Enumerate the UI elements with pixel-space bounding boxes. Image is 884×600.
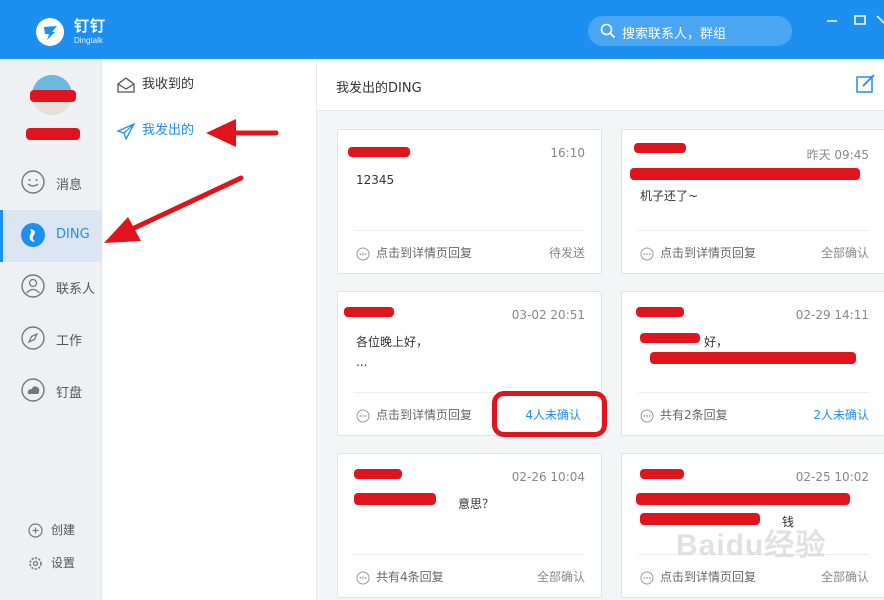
card-reply[interactable]: 点击到详情页回复 [356, 244, 472, 261]
gear-icon [29, 557, 42, 570]
more-circle-icon [356, 409, 370, 422]
redaction-mark [354, 493, 436, 505]
redaction-mark [636, 307, 684, 317]
rail-item-label: 工作 [56, 334, 83, 349]
redaction-mark [344, 307, 394, 317]
card-reply-label: 点击到详情页回复 [376, 246, 473, 260]
rail-item-ding[interactable]: DING [0, 210, 102, 262]
card-time: 16:10 [550, 146, 585, 160]
card-status: 全部确认 [820, 570, 869, 584]
main-panel: 我发出的DING 16:10 12345 点击到详情页回复 待发送 昨天 09:… [317, 59, 884, 600]
redaction-mark [636, 493, 850, 505]
create-button[interactable]: 创建 [28, 521, 75, 538]
card-divider [354, 230, 585, 231]
search-placeholder: 搜索联系人，群组 [622, 27, 727, 42]
subnav-sent[interactable]: 我发出的 [116, 119, 194, 143]
redaction-mark [26, 128, 80, 140]
cloud-disk-icon [21, 378, 45, 402]
redaction-mark [348, 147, 410, 157]
card-reply[interactable]: 点击到详情页回复 [640, 568, 756, 585]
rail-item-messages[interactable]: 消息 [0, 157, 102, 209]
search-icon [600, 23, 616, 39]
settings-label: 设置 [51, 556, 76, 570]
more-circle-icon [640, 571, 654, 584]
card-reply[interactable]: 点击到详情页回复 [356, 406, 472, 423]
card-time: 02-25 10:02 [795, 470, 869, 484]
card-time: 02-26 10:04 [511, 470, 585, 484]
dingtalk-logo-icon [36, 18, 64, 46]
card-reply-label: 共有4条回复 [376, 570, 444, 584]
app-subname: Dingtalk [74, 36, 103, 45]
page-title: 我发出的DING [336, 81, 422, 96]
card-content: 各位晚上好， ... [356, 335, 429, 369]
redaction-mark [640, 469, 684, 479]
ding-icon [21, 223, 45, 247]
redaction-mark [30, 90, 76, 102]
rail-item-label: 钉盘 [56, 386, 83, 401]
minimize-icon[interactable] [826, 14, 838, 30]
more-circle-icon [640, 409, 654, 422]
card-content: 机子还了~ [640, 189, 699, 203]
title-bar: 钉钉 Dingtalk 搜索联系人，群组 [0, 0, 884, 59]
rail-item-label: 联系人 [56, 282, 96, 297]
card-reply-label: 点击到详情页回复 [660, 246, 757, 260]
subnav-received-label: 我收到的 [142, 77, 195, 92]
rail-item-disk[interactable]: 钉盘 [0, 365, 102, 417]
watermark: Baidu经验 [676, 529, 827, 562]
card-divider [638, 230, 869, 231]
redaction-mark [354, 469, 402, 479]
card-reply[interactable]: 共有2条回复 [640, 406, 728, 423]
app-name: 钉钉 [74, 17, 107, 35]
contacts-icon [21, 274, 45, 298]
card-status: 全部确认 [536, 570, 585, 584]
card-content: 好， [704, 335, 729, 349]
card-content: 12345 [356, 173, 395, 187]
create-label: 创建 [51, 523, 76, 537]
card-divider [354, 554, 585, 555]
card-reply-label: 共有2条回复 [660, 408, 728, 422]
card-status: 全部确认 [820, 246, 869, 260]
card-content: 意思？ [458, 497, 495, 511]
more-circle-icon [356, 247, 370, 260]
main-header: 我发出的DING [317, 59, 884, 111]
plus-circle-icon [28, 523, 43, 538]
more-circle-icon [356, 571, 370, 584]
redaction-mark [630, 168, 860, 180]
card-reply-label: 点击到详情页回复 [376, 408, 473, 422]
card-status: 待发送 [548, 246, 585, 260]
rail-item-label: DING [56, 227, 90, 242]
maximize-icon[interactable] [854, 14, 866, 30]
subnav-sent-label: 我发出的 [142, 123, 195, 138]
highlight-oval [492, 391, 607, 437]
redaction-mark [640, 333, 700, 343]
sub-nav: 我收到的 我发出的 [102, 59, 317, 600]
close-icon[interactable] [876, 14, 884, 30]
search-input[interactable]: 搜索联系人，群组 [588, 16, 792, 46]
redaction-mark [634, 143, 686, 153]
redaction-mark [650, 352, 856, 364]
card-time: 02-29 14:11 [795, 308, 869, 322]
rail-item-work[interactable]: 工作 [0, 313, 102, 365]
card-divider [638, 392, 869, 393]
compose-icon[interactable] [855, 73, 877, 95]
settings-button[interactable]: 设置 [28, 554, 75, 571]
paper-plane-icon [116, 122, 136, 140]
subnav-received[interactable]: 我收到的 [116, 73, 194, 97]
card-reply[interactable]: 共有4条回复 [356, 568, 444, 585]
card-status[interactable]: 2人未确认 [813, 406, 869, 423]
envelope-icon [117, 76, 135, 93]
rail-item-label: 消息 [56, 178, 83, 193]
card-time: 昨天 09:45 [806, 148, 869, 162]
compass-icon [21, 326, 45, 350]
left-rail: 王明华 消息 DING 联系人 工作 钉盘 创建 设置 [0, 59, 102, 600]
more-circle-icon [640, 247, 654, 260]
rail-item-contacts[interactable]: 联系人 [0, 261, 102, 313]
card-time: 03-02 20:51 [511, 308, 585, 322]
card-reply[interactable]: 点击到详情页回复 [640, 244, 756, 261]
chat-bubble-icon [21, 170, 45, 194]
card-reply-label: 点击到详情页回复 [660, 570, 757, 584]
